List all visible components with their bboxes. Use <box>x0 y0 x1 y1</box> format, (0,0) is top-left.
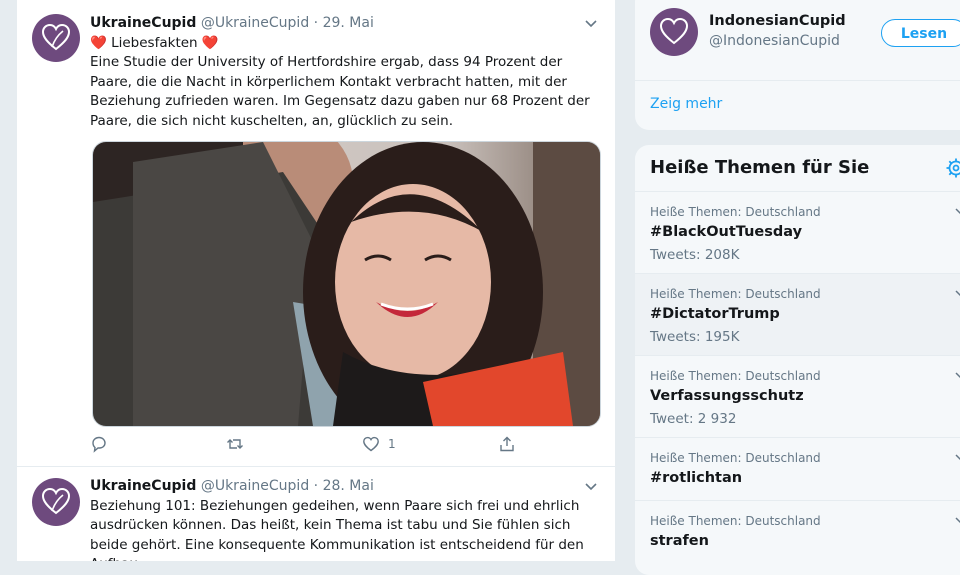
couple-photo <box>93 142 600 426</box>
trend-name[interactable]: #BlackOutTuesday <box>650 224 802 240</box>
trend-tweet-count: Tweets: 195K <box>650 329 739 345</box>
tweet-body: Eine Studie der University of Hertfordsh… <box>90 53 600 131</box>
trend-name[interactable]: #rotlichtan <box>650 470 742 486</box>
trend-context: Heiße Themen: Deutschland <box>650 369 821 383</box>
chevron-down-icon[interactable] <box>953 286 960 300</box>
avatar[interactable] <box>650 8 698 56</box>
trend-name[interactable]: strafen <box>650 533 709 549</box>
chevron-down-icon[interactable] <box>953 450 960 464</box>
who-to-follow-card: IndonesianCupid @IndonesianCupid Lesen Z… <box>635 0 960 130</box>
tweet-date[interactable]: 29. Mai <box>323 15 374 31</box>
like-count: 1 <box>388 437 396 451</box>
like-button[interactable]: 1 <box>362 435 396 453</box>
red-heart-emoji: ❤️ <box>202 35 219 51</box>
follow-suggestion[interactable]: IndonesianCupid @IndonesianCupid Lesen <box>635 0 960 81</box>
tweet-text: Beziehung 101: Beziehungen gedeihen, wen… <box>90 497 600 561</box>
show-more-link[interactable]: Zeig mehr <box>650 96 722 112</box>
trends-title: Heiße Themen für Sie <box>650 157 869 178</box>
reply-button[interactable] <box>90 435 108 453</box>
heart-logo-icon <box>39 485 73 519</box>
trends-card: Heiße Themen für Sie Heiße Themen: Deuts… <box>635 145 960 575</box>
trend-item[interactable]: Heiße Themen: Deutschland strafen <box>635 500 960 575</box>
tweet-photo[interactable] <box>92 141 601 427</box>
trend-item[interactable]: Heiße Themen: Deutschland #DictatorTrump… <box>635 273 960 356</box>
tweet-title: Liebesfakten <box>111 35 197 51</box>
retweet-icon <box>226 435 244 453</box>
reply-icon <box>90 435 108 453</box>
tweet-title-line: ❤️ Liebesfakten ❤️ <box>90 34 600 53</box>
follow-button[interactable]: Lesen <box>881 19 960 47</box>
tweet-header: UkraineCupid @UkraineCupid · 28. Mai <box>90 476 603 496</box>
gear-icon[interactable] <box>945 157 960 179</box>
avatar[interactable] <box>32 478 80 526</box>
trend-item[interactable]: Heiße Themen: Deutschland #BlackOutTuesd… <box>635 191 960 274</box>
trend-tweet-count: Tweet: 2 932 <box>650 411 736 427</box>
like-icon <box>362 435 380 453</box>
tweet-actions: 1 <box>90 435 530 457</box>
retweet-button[interactable] <box>226 435 244 453</box>
trend-tweet-count: Tweets: 208K <box>650 247 739 263</box>
suggested-account-handle: @IndonesianCupid <box>709 33 840 49</box>
author-handle[interactable]: @UkraineCupid <box>201 15 309 31</box>
chevron-down-icon[interactable] <box>953 204 960 218</box>
chevron-down-icon[interactable] <box>583 15 599 31</box>
share-icon <box>498 435 516 453</box>
suggested-account-name[interactable]: IndonesianCupid <box>709 13 846 29</box>
timeline: UkraineCupid @UkraineCupid · 29. Mai ❤️ … <box>16 0 616 561</box>
tweet-body: Beziehung 101: Beziehungen gedeihen, wen… <box>90 497 600 561</box>
red-heart-emoji: ❤️ <box>90 35 107 51</box>
trend-context: Heiße Themen: Deutschland <box>650 287 821 301</box>
trend-context: Heiße Themen: Deutschland <box>650 514 821 528</box>
tweet[interactable]: UkraineCupid @UkraineCupid · 28. Mai Bez… <box>17 467 615 561</box>
heart-logo-icon <box>39 21 73 55</box>
author-name[interactable]: UkraineCupid <box>90 15 196 31</box>
trend-context: Heiße Themen: Deutschland <box>650 205 821 219</box>
trend-name[interactable]: Verfassungsschutz <box>650 388 804 404</box>
separator: · <box>314 15 318 31</box>
tweet-date[interactable]: 28. Mai <box>323 478 374 494</box>
separator: · <box>314 478 318 494</box>
trend-context: Heiße Themen: Deutschland <box>650 451 821 465</box>
tweet-text: ❤️ Liebesfakten ❤️ Eine Studie der Unive… <box>90 34 600 131</box>
share-button[interactable] <box>498 435 516 453</box>
trend-item[interactable]: Heiße Themen: Deutschland #rotlichtan <box>635 437 960 501</box>
chevron-down-icon[interactable] <box>953 368 960 382</box>
avatar[interactable] <box>32 14 80 62</box>
heart-logo-icon <box>657 15 691 49</box>
chevron-down-icon[interactable] <box>583 478 599 494</box>
trend-name[interactable]: #DictatorTrump <box>650 306 780 322</box>
trend-item[interactable]: Heiße Themen: Deutschland Verfassungssch… <box>635 355 960 438</box>
author-handle[interactable]: @UkraineCupid <box>201 478 309 494</box>
tweet[interactable]: UkraineCupid @UkraineCupid · 29. Mai ❤️ … <box>17 0 615 467</box>
chevron-down-icon[interactable] <box>953 513 960 527</box>
author-name[interactable]: UkraineCupid <box>90 478 196 494</box>
tweet-header: UkraineCupid @UkraineCupid · 29. Mai <box>90 13 603 33</box>
